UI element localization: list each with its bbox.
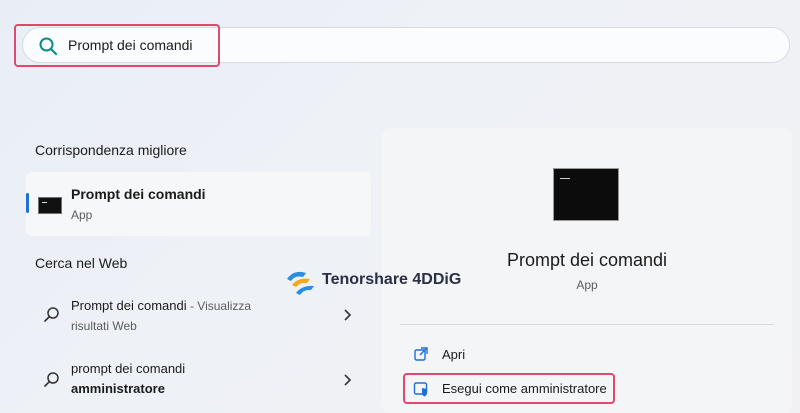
web-result-2-text: prompt dei comandi amministratore (71, 359, 185, 399)
best-match-name: Prompt dei comandi (71, 186, 206, 202)
chevron-right-icon (344, 309, 352, 321)
search-icon (44, 372, 59, 387)
web-result-1-suffix: - Visualizza (186, 299, 252, 313)
web-result-1[interactable]: Prompt dei comandi - Visualizza risultat… (26, 292, 371, 340)
web-result-2-main: prompt dei comandi (71, 361, 186, 376)
command-prompt-icon (38, 197, 62, 214)
best-match-heading: Corrispondenza migliore (35, 142, 187, 158)
best-match-item[interactable] (26, 172, 371, 236)
watermark-text: Tenorshare 4DDiG (322, 271, 462, 288)
web-result-1-text: Prompt dei comandi - Visualizza risultat… (71, 296, 251, 336)
divider (400, 324, 774, 325)
chevron-right-icon (344, 374, 352, 386)
web-result-1-main: Prompt dei comandi (71, 298, 187, 313)
open-action[interactable]: Apri (442, 347, 465, 362)
web-result-2[interactable]: prompt dei comandi amministratore (26, 358, 371, 406)
web-result-2-line2: amministratore (71, 381, 165, 396)
open-external-icon (414, 347, 428, 361)
watermark-logo (287, 271, 314, 295)
command-prompt-icon (553, 168, 619, 221)
selection-indicator (26, 193, 29, 213)
run-as-admin-highlight-box (403, 373, 615, 404)
web-result-1-line2: risultati Web (71, 319, 137, 333)
best-match-type: App (71, 208, 93, 222)
search-highlight-box (14, 24, 220, 67)
app-preview-name: Prompt dei comandi (506, 250, 668, 270)
web-search-heading: Cerca nel Web (35, 255, 128, 271)
search-icon (44, 307, 59, 322)
